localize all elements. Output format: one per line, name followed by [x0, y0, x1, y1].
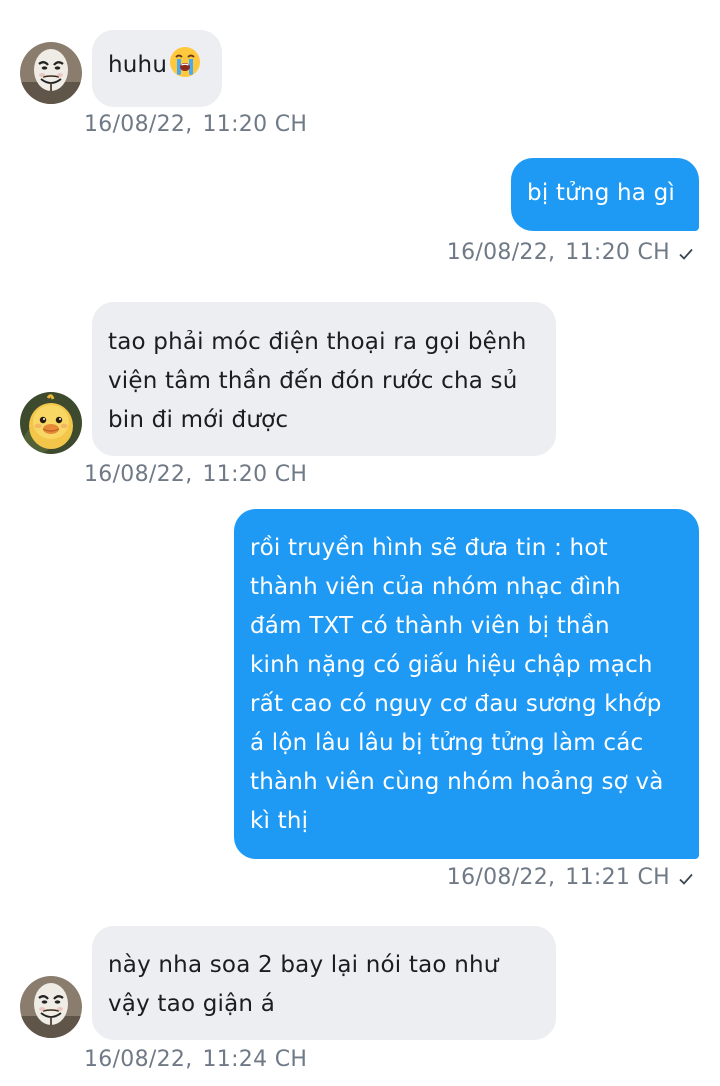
message-line: huhu: [108, 46, 202, 91]
sent-check-icon: [678, 868, 694, 893]
loudly-crying-face-emoji: [168, 46, 202, 91]
message-line: thành viên của nhóm nhạc đình: [250, 574, 621, 600]
message-line: á lộn lâu lâu bị tửng tửng làm các: [250, 730, 644, 756]
message-bubble[interactable]: bị tửng ha gì: [511, 158, 699, 231]
message-timestamp: 16/08/22, 11:20 CH: [84, 112, 308, 137]
message-line: này nha soa 2 bay lại nói tao như: [108, 952, 499, 978]
message-timestamp: 16/08/22, 11:20 CH: [84, 462, 308, 487]
message-timestamp: 16/08/22, 11:20 CH: [447, 240, 694, 268]
message-bubble[interactable]: này nha soa 2 bay lại nói tao như vậy ta…: [92, 926, 556, 1040]
message-line: rất cao có nguy cơ đau sương khớp: [250, 691, 662, 717]
message-line: bị tửng ha gì: [527, 180, 675, 206]
message-timestamp: 16/08/22, 11:21 CH: [447, 865, 694, 893]
message-line: viện tâm thần đến đón rước cha sủ: [108, 368, 518, 394]
message-line: thành viên cùng nhóm hoảng sợ và: [250, 769, 664, 795]
message-line: vậy tao giận á: [108, 991, 275, 1017]
message-line: tao phải móc điện thoại ra gọi bệnh: [108, 329, 527, 355]
message-line: đám TXT có thành viên bị thần: [250, 613, 610, 639]
yellow-duckling-avatar[interactable]: [20, 392, 82, 454]
message-line: bin đi mới được: [108, 407, 289, 433]
sent-check-icon: [678, 243, 694, 268]
message-bubble[interactable]: rồi truyền hình sẽ đưa tin : hot thành v…: [234, 509, 699, 859]
message-line: kinh nặng có giấu hiệu chập mạch: [250, 652, 653, 678]
message-line: kì thị: [250, 808, 309, 834]
guy-fawkes-mask-avatar[interactable]: [20, 42, 82, 104]
message-bubble[interactable]: tao phải móc điện thoại ra gọi bệnh viện…: [92, 302, 556, 456]
message-line: rồi truyền hình sẽ đưa tin : hot: [250, 535, 608, 561]
message-bubble[interactable]: huhu: [92, 30, 223, 107]
message-timestamp: 16/08/22, 11:24 CH: [84, 1047, 308, 1072]
guy-fawkes-mask-avatar[interactable]: [20, 976, 82, 1038]
